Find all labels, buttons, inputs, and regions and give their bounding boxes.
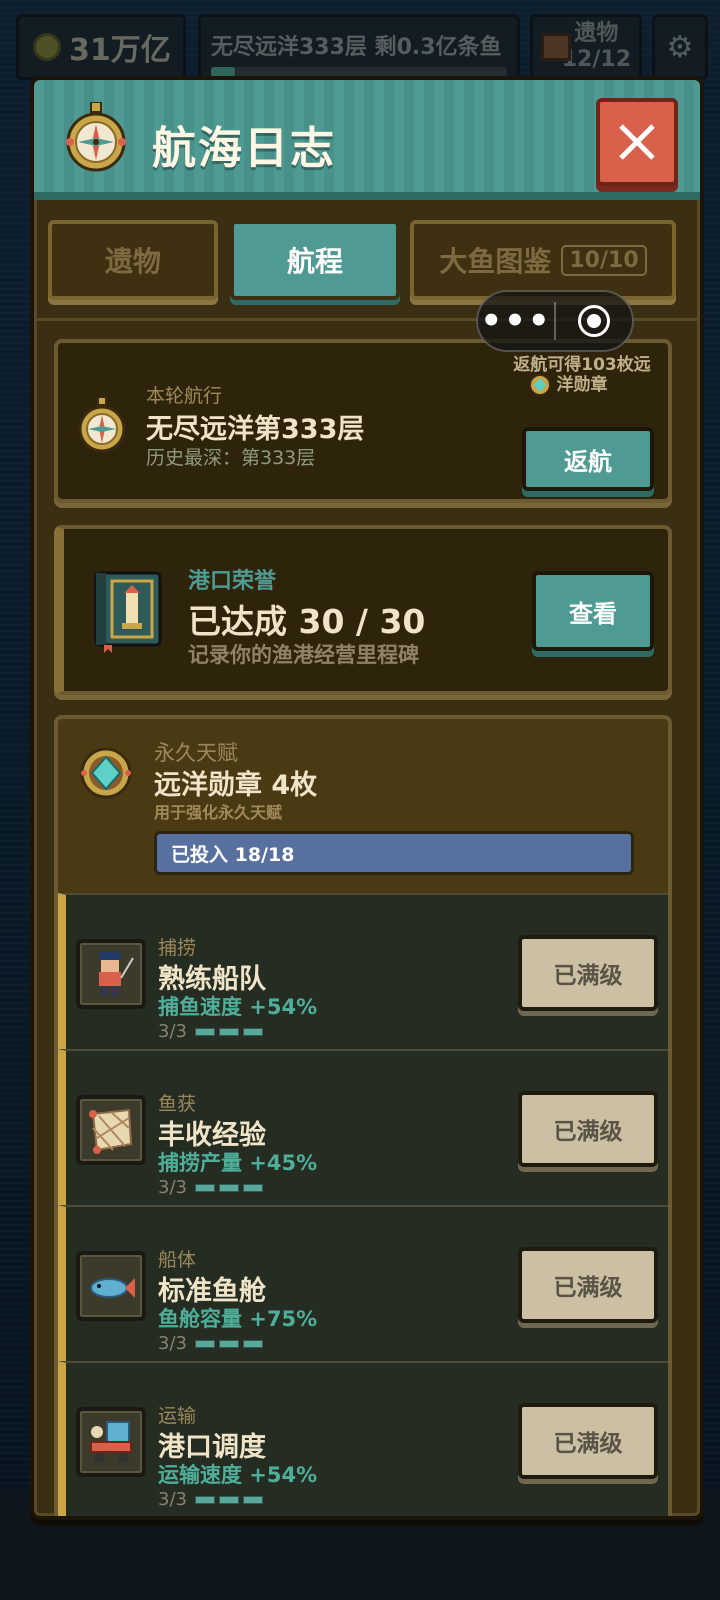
view-honor-button[interactable]: 查看: [532, 571, 654, 651]
voyage-best-depth: 历史最深：第333层: [146, 447, 316, 469]
fish-icon: [90, 1278, 135, 1298]
talent-level-pips: [194, 1339, 263, 1348]
talent-effect: 鱼舱容量 +75%: [158, 1307, 318, 1331]
honor-progress: 已达成 30 / 30: [188, 602, 426, 641]
voyage-log-modal: 航海日志 遗物 航程 大鱼图鉴 10/10 本轮航行 无尽远洋第333层 历史最…: [30, 76, 704, 1520]
more-dots-icon: •••: [480, 301, 552, 341]
tab-relics[interactable]: 遗物: [48, 220, 218, 300]
tab-fish-codex[interactable]: 大鱼图鉴 10/10: [410, 220, 676, 300]
fishing-net-icon: [89, 1108, 133, 1154]
talent-effect: 捕鱼速度 +54%: [158, 995, 318, 1019]
talent-subtitle: 用于强化永久天赋: [154, 803, 283, 822]
honor-subtitle: 记录你的渔港经营里程碑: [188, 643, 419, 667]
invested-progress-text: 已投入 18/18: [171, 843, 295, 866]
talent-row: 船体 标准鱼舱 鱼舱容量 +75% 3/3 已满级: [58, 1205, 668, 1361]
target-circle-icon: [577, 305, 610, 337]
talent-level: 3/3: [158, 1021, 263, 1042]
honor-label: 港口荣誉: [188, 569, 277, 594]
talent-category: 捕捞: [158, 937, 197, 959]
talent-level: 3/3: [158, 1489, 263, 1510]
return-voyage-button[interactable]: 返航: [522, 427, 654, 491]
fish-codex-count-badge: 10/10: [561, 244, 647, 276]
miniprogram-capsule: •••: [476, 290, 634, 352]
invested-progress-bar: 已投入 18/18: [154, 831, 634, 875]
maxed-button[interactable]: 已满级: [518, 1091, 658, 1167]
harbor-honor-card: 港口荣誉 已达成 30 / 30 记录你的渔港经营里程碑 查看: [54, 525, 672, 695]
voyage-tab-content: 本轮航行 无尽远洋第333层 历史最深：第333层 返航可得103枚远洋勋章 返…: [34, 318, 700, 1516]
tab-voyage[interactable]: 航程: [230, 220, 400, 300]
current-voyage-card: 本轮航行 无尽远洋第333层 历史最深：第333层 返航可得103枚远洋勋章 返…: [54, 339, 672, 503]
talent-row: 运输 港口调度 运输速度 +54% 3/3 已满级: [58, 1361, 668, 1516]
talent-level-text: 3/3: [158, 1489, 187, 1510]
tab-relics-label: 遗物: [104, 245, 161, 278]
talent-effect: 运输速度 +54%: [158, 1463, 318, 1487]
talent-icon-frame: [76, 1095, 146, 1165]
tab-voyage-label: 航程: [286, 245, 343, 278]
exit-miniprogram-button[interactable]: [556, 292, 632, 350]
talent-icon-frame: [76, 939, 146, 1009]
talent-level-text: 3/3: [158, 1021, 187, 1042]
talent-level: 3/3: [158, 1177, 263, 1198]
maxed-button[interactable]: 已满级: [518, 1247, 658, 1323]
permanent-talent-panel: 永久天赋 远洋勋章 4枚 用于强化永久天赋 已投入 18/18 捕捞 熟练船队 …: [54, 715, 672, 1516]
more-menu-button[interactable]: •••: [478, 292, 554, 350]
return-reward-note: 返航可得103枚远洋勋章: [513, 355, 651, 395]
talent-row: 捕捞 熟练船队 捕鱼速度 +54% 3/3 已满级: [58, 893, 668, 1049]
cargo-cart-icon: [90, 1421, 132, 1463]
talent-level: 3/3: [158, 1333, 263, 1354]
talent-level-text: 3/3: [158, 1177, 187, 1198]
talent-icon-frame: [76, 1407, 146, 1477]
talent-category: 船体: [158, 1249, 197, 1271]
talent-effect: 捕捞产量 +45%: [158, 1151, 318, 1175]
medal-count: 远洋勋章 4枚: [154, 770, 318, 801]
fisherman-icon: [99, 952, 134, 996]
talent-level-pips: [194, 1027, 263, 1036]
talent-level-pips: [194, 1495, 263, 1504]
compass-icon: [78, 397, 126, 453]
voyage-label: 本轮航行: [146, 385, 223, 407]
talent-level-text: 3/3: [158, 1333, 187, 1354]
close-icon: [619, 124, 655, 160]
modal-header: 航海日志: [34, 80, 700, 200]
talent-icon-frame: [76, 1251, 146, 1321]
talent-row: 鱼获 丰收经验 捕捞产量 +45% 3/3 已满级: [58, 1049, 668, 1205]
talent-list: 捕捞 熟练船队 捕鱼速度 +54% 3/3 已满级 鱼获 丰收经验 捕捞产量 +…: [58, 893, 668, 1516]
talent-category: 运输: [158, 1405, 197, 1427]
close-button[interactable]: [596, 98, 678, 186]
logbook-icon: [94, 571, 162, 653]
maxed-button[interactable]: 已满级: [518, 935, 658, 1011]
compass-icon: [66, 102, 126, 172]
tab-fish-codex-label: 大鱼图鉴: [439, 245, 552, 278]
voyage-title: 无尽远洋第333层: [146, 414, 365, 445]
talent-category: 鱼获: [158, 1093, 197, 1115]
maxed-button[interactable]: 已满级: [518, 1403, 658, 1479]
talent-level-pips: [194, 1183, 263, 1192]
modal-title: 航海日志: [152, 123, 336, 174]
ocean-medal-icon: [80, 747, 132, 799]
